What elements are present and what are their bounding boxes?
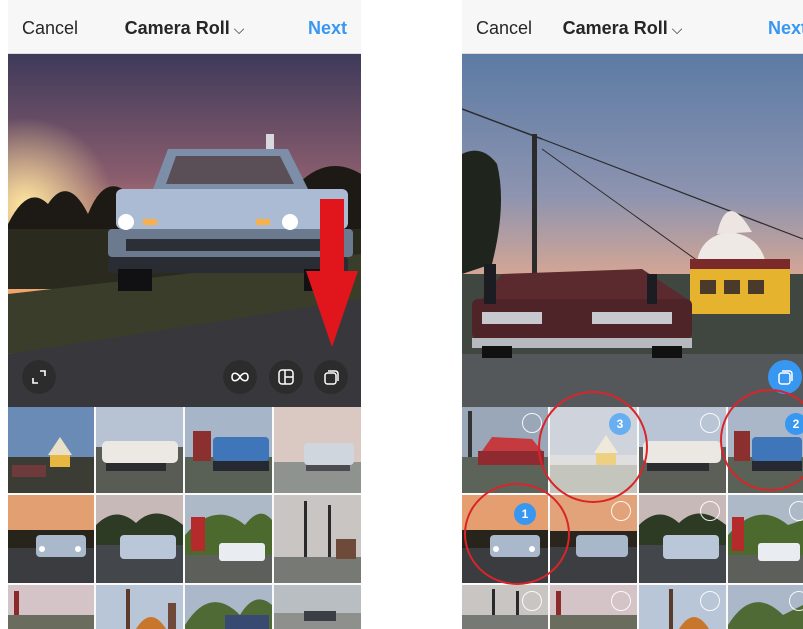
next-button[interactable]: Next: [308, 18, 347, 39]
right-screen: Cancel Camera Roll⌵ Next: [462, 0, 803, 629]
multi-select-icon: [778, 370, 793, 385]
grid-photo[interactable]: [639, 407, 726, 493]
annotation-circle: [464, 483, 570, 585]
grid-photo[interactable]: [8, 407, 94, 493]
selection-ring[interactable]: [700, 413, 720, 433]
boomerang-button[interactable]: [223, 360, 257, 394]
multi-select-button[interactable]: [314, 360, 348, 394]
grid-photo[interactable]: [462, 585, 548, 629]
grid-photo[interactable]: [96, 495, 183, 583]
layout-icon: [278, 369, 294, 385]
grid-photo[interactable]: [274, 407, 361, 493]
grid-photo[interactable]: [274, 495, 361, 583]
top-bar: Cancel Camera Roll⌵ Next: [8, 0, 361, 54]
selection-ring[interactable]: [789, 591, 803, 611]
selection-ring[interactable]: [789, 501, 803, 521]
grid-photo[interactable]: [462, 407, 548, 493]
grid-photo[interactable]: [96, 407, 183, 493]
grid-photo[interactable]: [8, 585, 94, 629]
grid-photo[interactable]: [185, 495, 272, 583]
grid-photo[interactable]: [96, 585, 183, 629]
selection-ring[interactable]: [522, 413, 542, 433]
grid-photo[interactable]: [185, 407, 272, 493]
chevron-down-icon: ⌵: [671, 21, 683, 37]
annotation-arrow: [306, 199, 358, 347]
boomerang-icon: [231, 372, 249, 382]
annotation-circle: [538, 391, 648, 503]
grid-photo[interactable]: [550, 585, 637, 629]
grid-photo[interactable]: [639, 495, 726, 583]
grid-photo[interactable]: [728, 495, 803, 583]
album-title: Camera Roll: [124, 18, 230, 38]
album-title: Camera Roll: [562, 18, 668, 38]
top-bar: Cancel Camera Roll⌵ Next: [462, 0, 803, 54]
chevron-down-icon: ⌵: [233, 21, 245, 37]
grid-photo[interactable]: [8, 495, 94, 583]
selection-ring[interactable]: [700, 591, 720, 611]
expand-button[interactable]: [22, 360, 56, 394]
expand-icon: [32, 370, 46, 384]
album-selector[interactable]: Camera Roll ⌵: [462, 18, 743, 39]
selection-ring[interactable]: [611, 591, 631, 611]
grid-photo[interactable]: [728, 585, 803, 629]
grid-photo[interactable]: [185, 585, 272, 629]
photo-grid: 3 2 1: [462, 389, 803, 629]
grid-photo[interactable]: [274, 585, 361, 629]
selection-ring[interactable]: [522, 591, 542, 611]
preview-photo-cadillac: [462, 54, 803, 407]
layout-button[interactable]: [269, 360, 303, 394]
photo-preview[interactable]: [462, 54, 803, 407]
left-screen: Cancel Camera Roll ⌵ Next: [8, 0, 361, 629]
selection-ring[interactable]: [611, 501, 631, 521]
photo-grid: [8, 407, 361, 629]
selection-ring[interactable]: [700, 501, 720, 521]
next-button[interactable]: Next: [768, 18, 803, 39]
grid-photo[interactable]: [639, 585, 726, 629]
multi-select-icon: [324, 370, 339, 385]
photo-preview[interactable]: [8, 54, 361, 407]
